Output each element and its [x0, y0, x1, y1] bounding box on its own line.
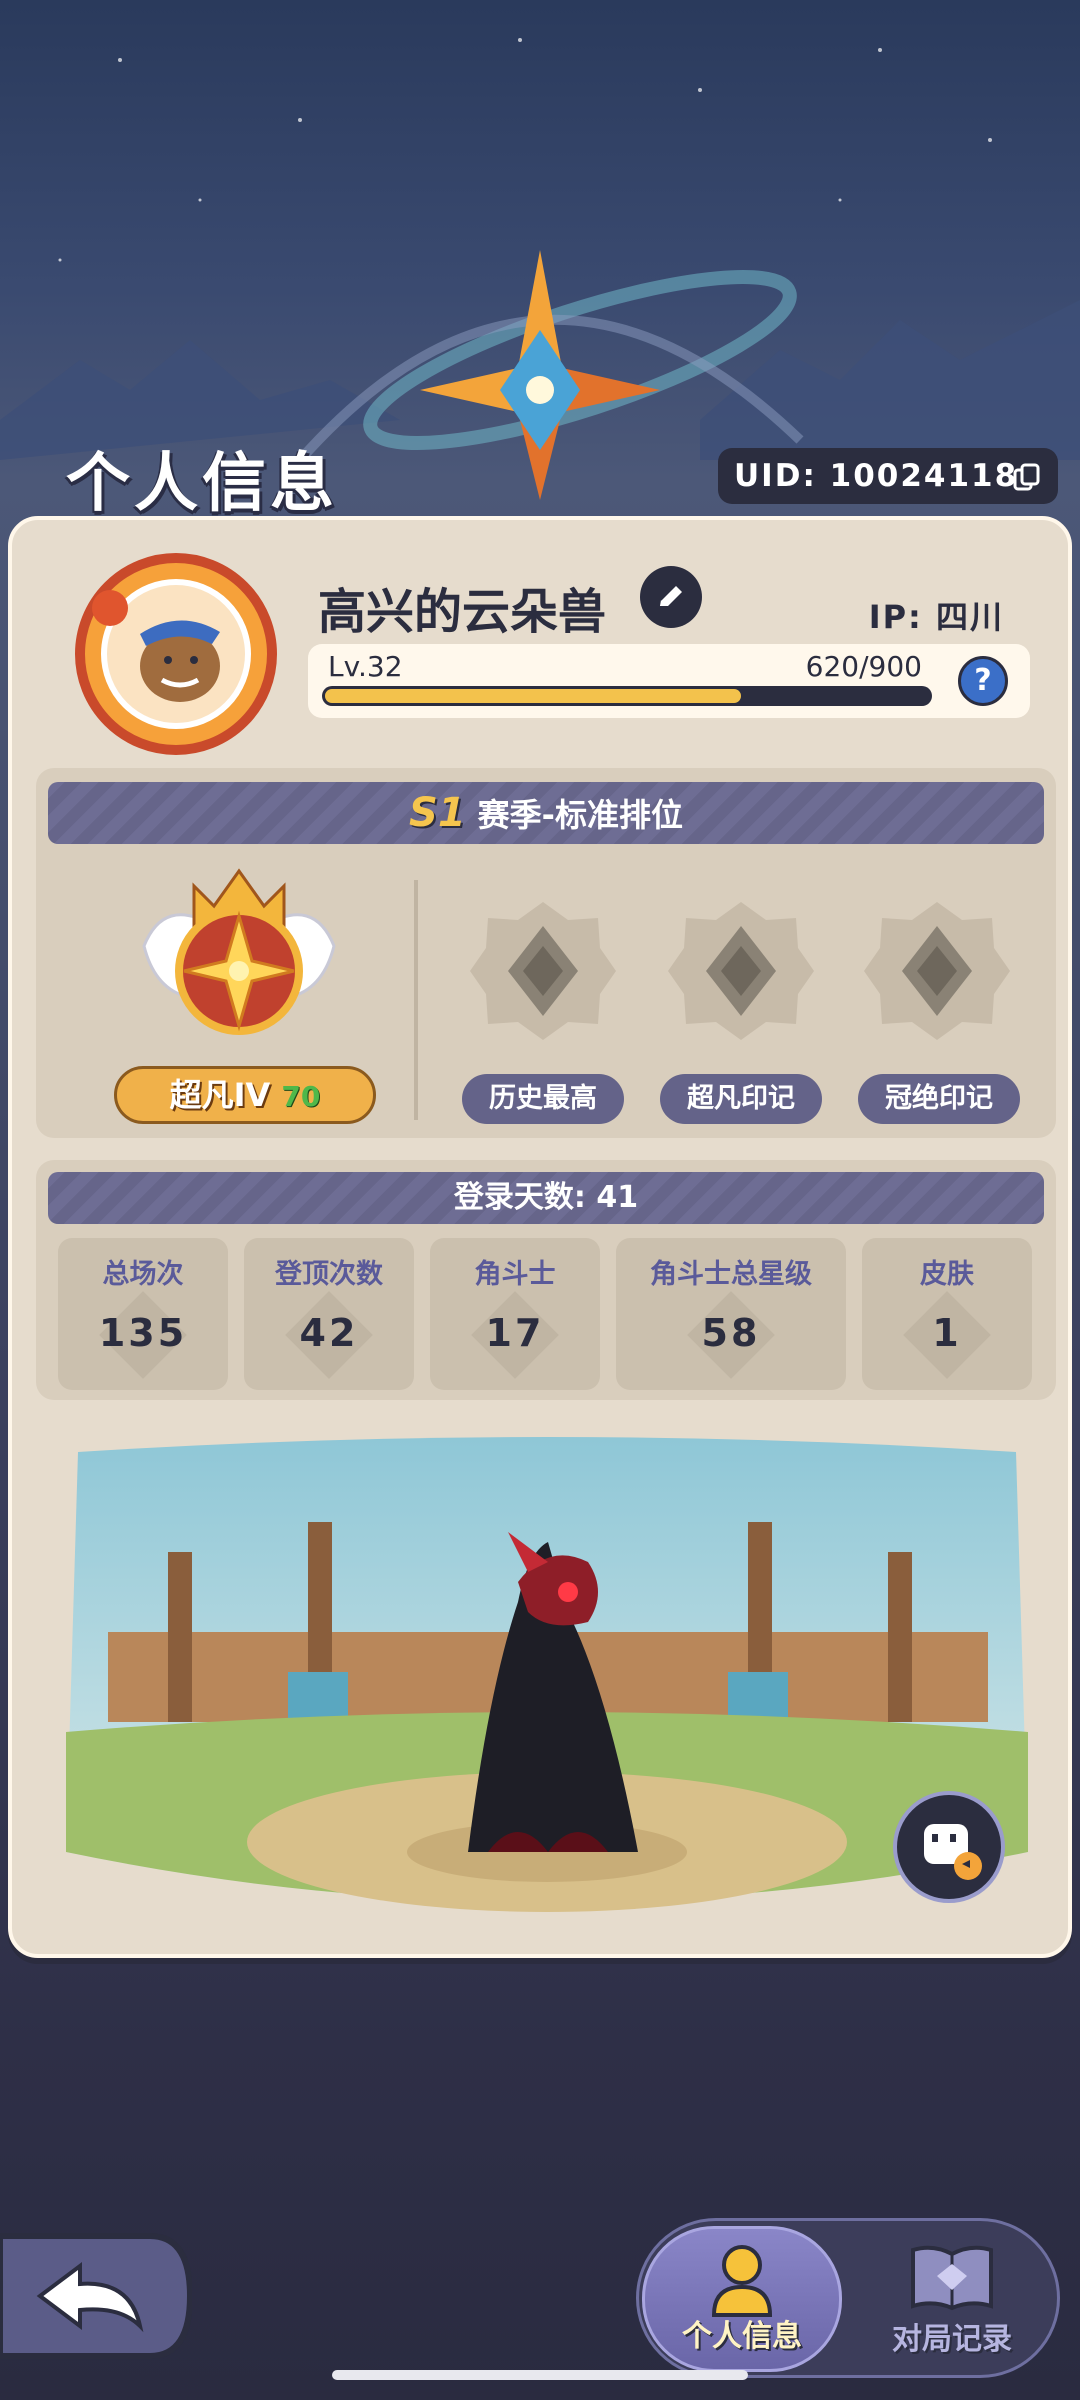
badge-label-history-best: 历史最高: [462, 1074, 624, 1124]
stat-value: 58: [701, 1311, 761, 1355]
divider: [414, 880, 418, 1120]
compass-star-icon: [420, 250, 660, 500]
stat-value: 17: [485, 1311, 545, 1355]
home-indicator: [332, 2370, 748, 2380]
stat-label: 总场次: [102, 1259, 184, 1290]
book-icon: [911, 2245, 993, 2311]
stat-label: 登顶次数: [275, 1259, 383, 1290]
tab-label: 个人信息: [682, 2319, 802, 2354]
stat-gladiators: 角斗士 17: [430, 1238, 600, 1390]
tab-profile[interactable]: 个人信息: [642, 2226, 842, 2372]
xp-progress-fill: [325, 689, 741, 703]
empty-badge-icon[interactable]: [862, 896, 1012, 1046]
rank-label: 超凡IV 70: [114, 1066, 376, 1124]
page-title: 个人信息: [66, 447, 338, 521]
season-tag: S1: [409, 790, 466, 836]
uid-copy-button[interactable]: UID: 10024118: [718, 448, 1058, 504]
uid-text: UID: 10024118: [734, 458, 1019, 494]
stat-value: 135: [98, 1311, 188, 1355]
xp-text: 620/900: [805, 650, 922, 683]
stats-panel: 登录天数: 41 总场次 135 登顶次数 42 角斗士 17 角斗士总星级 5…: [36, 1160, 1056, 1400]
season-panel: S1 赛季-标准排位 超凡IV 70 历史最高 超凡印记 冠绝印记: [36, 768, 1056, 1138]
tab-match-history[interactable]: 对局记录: [852, 2226, 1052, 2372]
level-box: Lv.32 620/900 ?: [308, 644, 1030, 718]
person-icon: [711, 2245, 773, 2317]
empty-badge-icon[interactable]: [666, 896, 816, 1046]
stat-label: 角斗士总星级: [650, 1259, 812, 1290]
edit-name-button[interactable]: [640, 566, 702, 628]
stat-value: 1: [932, 1311, 962, 1355]
profile-card: 高兴的云朵兽 IP: 四川 Lv.32 620/900 ? S1 赛季-标准排位…: [8, 516, 1072, 1958]
level-text: Lv.32: [328, 650, 403, 683]
stat-gladiator-stars: 角斗士总星级 58: [616, 1238, 846, 1390]
xp-progress-bar: [322, 686, 932, 706]
rank-name: 超凡IV: [169, 1076, 271, 1114]
change-character-button[interactable]: [892, 1790, 1006, 1904]
login-days-banner: 登录天数: 41: [48, 1172, 1044, 1224]
stat-skins: 皮肤 1: [862, 1238, 1032, 1390]
stat-label: 皮肤: [920, 1259, 974, 1290]
nickname: 高兴的云朵兽: [318, 584, 607, 640]
season-banner: S1 赛季-标准排位: [48, 782, 1044, 844]
empty-badge-icon[interactable]: [468, 896, 618, 1046]
ip-location: IP: 四川: [868, 598, 1004, 636]
pencil-icon: [660, 586, 682, 606]
stat-total-matches: 总场次 135: [58, 1238, 228, 1390]
back-button[interactable]: [0, 2226, 192, 2366]
rank-emblem-icon[interactable]: [124, 856, 354, 1066]
badge-label-extraordinary-mark: 超凡印记: [660, 1074, 822, 1124]
season-title: 赛季-标准排位: [477, 796, 683, 834]
stat-top-finishes: 登顶次数 42: [244, 1238, 414, 1390]
badge-label-champion-mark: 冠绝印记: [858, 1074, 1020, 1124]
copy-icon: [1013, 463, 1040, 491]
stat-label: 角斗士: [474, 1259, 556, 1290]
help-button[interactable]: ?: [958, 656, 1008, 706]
rank-points: 70: [281, 1080, 321, 1113]
tab-label: 对局记录: [892, 2322, 1012, 2357]
avatar[interactable]: [70, 548, 282, 760]
stat-value: 42: [299, 1311, 359, 1355]
